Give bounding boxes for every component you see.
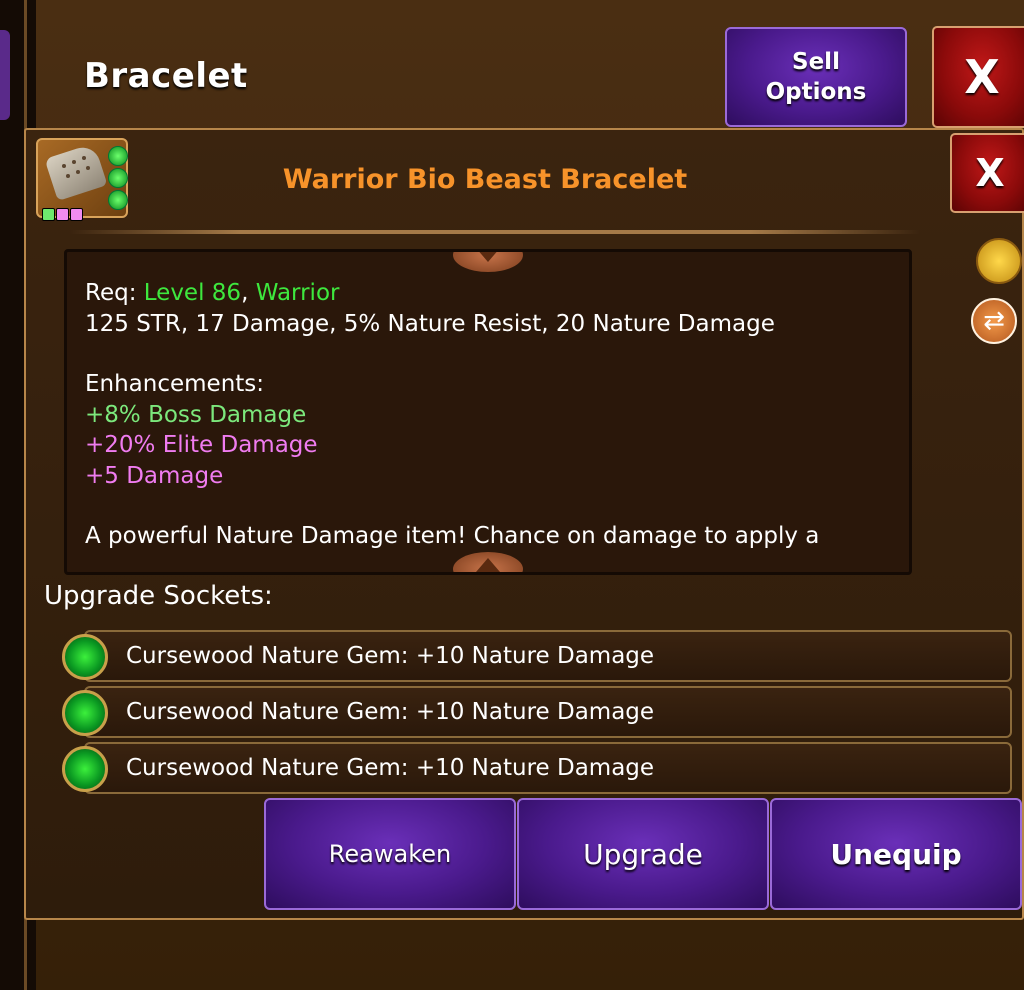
nature-gem-icon [62,690,108,736]
swap-icon[interactable]: ⇄ [971,298,1017,344]
reawaken-button[interactable]: Reawaken [264,798,516,910]
close-panel-button[interactable]: X [950,133,1024,213]
reawaken-label: Reawaken [328,840,452,868]
upgrade-sockets-label: Upgrade Sockets: [44,581,273,611]
req-level: Level 86 [143,280,242,306]
upgrade-button[interactable]: Upgrade [517,798,769,910]
divider [70,230,920,234]
page-title: Bracelet [84,56,248,96]
item-stats: 125 STR, 17 Damage, 5% Nature Resist, 20… [85,310,775,337]
upgrade-label: Upgrade [583,837,703,871]
nature-gem-icon [62,746,108,792]
enhancement-boss-damage: +8% Boss Damage [85,401,307,428]
socket-gem-indicator [108,146,128,166]
close-window-button[interactable]: X [932,26,1024,128]
req-prefix: Req: [85,280,144,306]
enhancements-label: Enhancements: [85,371,265,397]
sell-options-button[interactable]: Sell Options [725,27,907,127]
scroll-up-handle[interactable] [453,252,523,272]
enhancement-pip [70,208,83,221]
socket-text: Cursewood Nature Gem: +10 Nature Damage [126,699,655,725]
enhancement-damage: +5 Damage [85,462,224,489]
req-class: Warrior [255,280,340,306]
coin-bag-icon[interactable] [976,238,1022,284]
enhancement-elite-damage: +20% Elite Damage [85,432,318,458]
item-name: Warrior Bio Beast Bracelet [282,164,688,195]
socket-gem-indicator [108,190,128,210]
bracelet-icon [36,138,128,221]
close-icon: X [975,151,1005,195]
sell-options-label: Sell Options [765,49,867,105]
scroll-down-handle[interactable] [453,552,523,572]
enhancement-pip [56,208,69,221]
unequip-label: Unequip [830,837,962,871]
socket-text: Cursewood Nature Gem: +10 Nature Damage [126,755,655,781]
req-separator: , [241,280,256,306]
enhancement-pip [42,208,55,221]
item-description: A powerful Nature Damage item! Chance on… [85,523,820,549]
close-icon: X [964,50,1000,104]
sidebar-tab[interactable] [0,30,10,120]
nature-gem-icon [62,634,108,680]
socket-gem-indicator [108,168,128,188]
item-description-box[interactable]: Req: Level 86, Warrior 125 STR, 17 Damag… [64,249,912,575]
unequip-button[interactable]: Unequip [770,798,1022,910]
socket-text: Cursewood Nature Gem: +10 Nature Damage [126,643,655,669]
